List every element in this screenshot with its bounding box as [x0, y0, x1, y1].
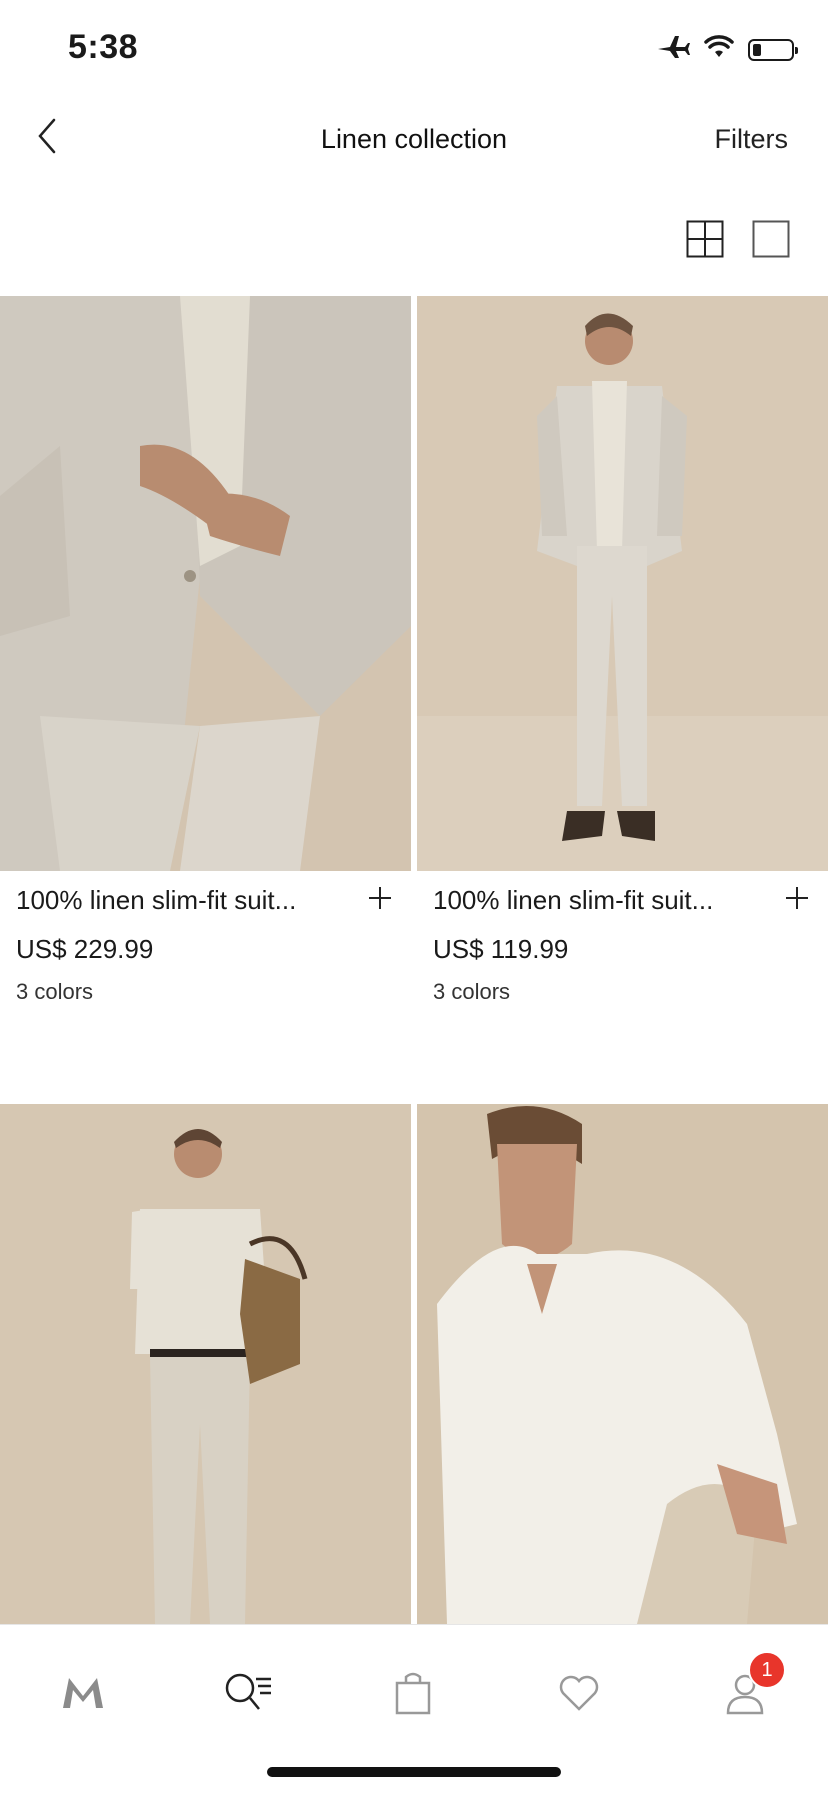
airplane-mode-icon	[656, 34, 690, 65]
add-to-bag-button[interactable]	[782, 883, 812, 913]
product-name[interactable]: 100% linen slim-fit suit...	[16, 885, 395, 916]
product-price: US$ 229.99	[16, 934, 154, 964]
shopping-bag-icon	[395, 1672, 431, 1715]
tab-search[interactable]	[214, 1663, 284, 1723]
grid-view-icon	[686, 220, 724, 258]
status-time: 5:38	[68, 28, 139, 66]
product-name[interactable]: 100% linen slim-fit suit...	[433, 885, 812, 916]
filters-button[interactable]: Filters	[715, 124, 789, 155]
product-image[interactable]	[417, 296, 828, 871]
search-menu-icon	[225, 1673, 271, 1710]
product-image[interactable]	[0, 296, 411, 871]
product-colors: 3 colors	[433, 979, 511, 1004]
product-image[interactable]	[0, 1104, 411, 1679]
view-toggle	[686, 220, 790, 258]
tab-favorites[interactable]	[544, 1663, 614, 1723]
product-image[interactable]	[417, 1104, 828, 1679]
status-icons	[656, 34, 798, 65]
tab-profile[interactable]: 1	[710, 1651, 786, 1723]
plus-icon	[786, 887, 808, 909]
home-indicator[interactable]	[267, 1767, 561, 1777]
plus-icon	[369, 887, 391, 909]
notification-badge: 1	[748, 1651, 786, 1689]
tab-home[interactable]	[48, 1663, 118, 1723]
product-card[interactable]	[417, 1104, 828, 1711]
wifi-icon	[704, 35, 734, 64]
navigation-header: Linen collection Filters	[0, 100, 828, 182]
status-bar: 5:38	[0, 0, 828, 100]
product-card[interactable]	[0, 1104, 411, 1711]
battery-level	[753, 43, 761, 56]
add-to-bag-button[interactable]	[365, 883, 395, 913]
single-view-icon	[752, 220, 790, 258]
product-info: 100% linen slim-fit suit... US$ 119.99 3…	[417, 871, 828, 1005]
page-title: Linen collection	[320, 124, 508, 154]
product-colors: 3 colors	[16, 979, 94, 1004]
grid-view-button[interactable]	[686, 220, 724, 258]
battery-icon	[748, 38, 798, 61]
brand-logo-icon	[63, 1678, 103, 1708]
single-view-button[interactable]	[752, 220, 790, 258]
tab-shopping-bag[interactable]	[378, 1663, 448, 1723]
product-info: 100% linen slim-fit suit... US$ 229.99 3…	[0, 871, 411, 1005]
product-card[interactable]: 100% linen slim-fit suit... US$ 119.99 3…	[417, 296, 828, 1005]
product-card[interactable]: 100% linen slim-fit suit... US$ 229.99 3…	[0, 296, 411, 1005]
heart-icon	[559, 1675, 599, 1711]
product-price: US$ 119.99	[433, 934, 569, 964]
